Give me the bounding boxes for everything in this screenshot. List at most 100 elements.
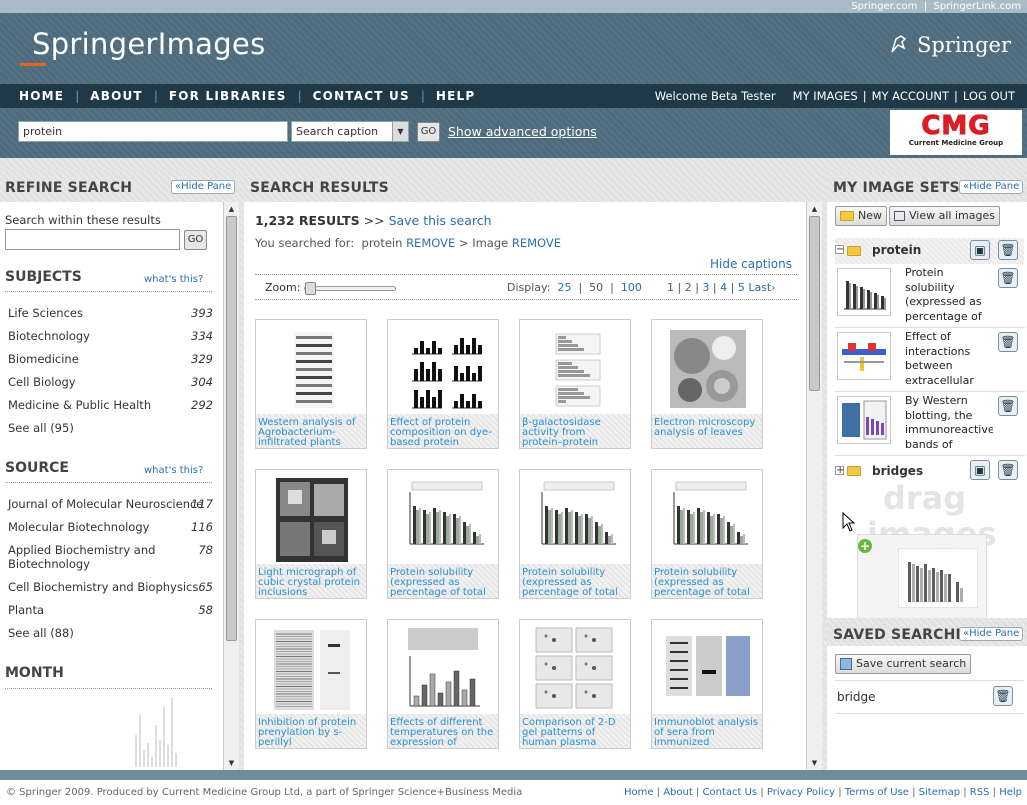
result-card[interactable]: Comparison of 2-D gel patterns of human … <box>519 619 631 749</box>
save-current-search-button[interactable]: Save current search <box>835 654 972 674</box>
facet-item[interactable]: Medicine & Public Health 292 <box>8 398 213 412</box>
springer-com-link[interactable]: Springer.com <box>851 1 917 12</box>
scroll-down-icon[interactable]: ▼ <box>807 756 822 770</box>
search-go-button[interactable]: GO <box>417 122 440 142</box>
search-input[interactable]: protein <box>18 121 288 142</box>
springer-logo[interactable]: Springer <box>888 33 1011 57</box>
scroll-up-icon[interactable]: ▲ <box>224 202 239 216</box>
result-image[interactable] <box>398 476 490 562</box>
save-disk-icon[interactable]: ▣ <box>970 460 990 480</box>
center-scroll-thumb[interactable] <box>809 216 820 391</box>
save-search-link[interactable]: Save this search <box>389 213 492 228</box>
facet-item[interactable]: Applied Biochemistry and Biotechnology 78 <box>8 543 213 571</box>
source-whats-this[interactable]: what's this? <box>144 465 203 476</box>
result-caption[interactable]: Effect of protein composition on dye-bas… <box>388 414 498 448</box>
set-image-thumb[interactable] <box>837 268 891 316</box>
save-disk-icon[interactable]: ▣ <box>970 240 990 260</box>
my-account-link[interactable]: MY ACCOUNT <box>867 89 954 103</box>
result-image[interactable] <box>398 326 490 412</box>
facet-item[interactable]: Cell Biology 304 <box>8 375 213 389</box>
trash-icon[interactable]: 🗑 <box>998 396 1018 416</box>
hide-pane-left-button[interactable]: «Hide Pane <box>171 180 236 194</box>
facet-item[interactable]: Life Sciences 393 <box>8 306 213 320</box>
nav-help[interactable]: HELP <box>425 89 486 103</box>
result-image[interactable] <box>530 626 622 712</box>
facet-item[interactable]: Journal of Molecular Neuroscience 117 <box>8 497 213 511</box>
footer-link-terms-of-use[interactable]: Terms of Use <box>845 787 909 798</box>
result-card[interactable]: Protein solubility (expressed as percent… <box>519 469 631 599</box>
center-scrollbar[interactable]: ▲ ▼ <box>806 202 822 770</box>
advanced-options-link[interactable]: Show advanced options <box>448 124 597 139</box>
facet-item[interactable]: Molecular Biotechnology 116 <box>8 520 213 534</box>
footer-link-privacy-policy[interactable]: Privacy Policy <box>767 787 835 798</box>
set-image-item[interactable]: Protein solubility (expressed as percent… <box>835 266 1025 328</box>
result-card[interactable]: β-galactosidase activity from protein–pr… <box>519 319 631 449</box>
result-caption[interactable]: Comparison of 2-D gel patterns of human … <box>520 714 630 748</box>
set-protein-header[interactable]: − protein ▣ 🗑 <box>835 238 1024 264</box>
page-3[interactable]: 3 <box>702 281 709 294</box>
remove-protein-link[interactable]: REMOVE <box>406 236 455 250</box>
result-image[interactable] <box>266 326 358 412</box>
result-caption[interactable]: Protein solubility (expressed as percent… <box>652 564 762 598</box>
facet-item[interactable]: Biotechnology 334 <box>8 329 213 343</box>
result-caption[interactable]: Light micrograph of cubic crystal protei… <box>256 564 366 598</box>
page-2[interactable]: 2 <box>685 281 692 294</box>
facet-item[interactable]: Biomedicine 329 <box>8 352 213 366</box>
page-5[interactable]: 5 <box>738 281 745 294</box>
zoom-slider-handle[interactable] <box>305 282 316 295</box>
expand-icon[interactable]: + <box>835 466 844 476</box>
sources-see-all[interactable]: See all (88) <box>8 626 213 640</box>
result-card[interactable]: Inhibition of protein prenylation by s-p… <box>255 619 367 749</box>
result-caption[interactable]: Electron microscopy analysis of leaves <box>652 414 762 448</box>
facet-item[interactable]: Planta 58 <box>8 603 213 617</box>
result-image[interactable] <box>662 326 754 412</box>
my-images-link[interactable]: MY IMAGES <box>788 89 863 103</box>
within-input[interactable] <box>5 229 180 250</box>
result-image[interactable] <box>662 476 754 562</box>
result-card[interactable]: Effect of protein composition on dye-bas… <box>387 319 499 449</box>
footer-link-sitemap[interactable]: Sitemap <box>919 787 960 798</box>
saved-search-name[interactable]: bridge <box>837 690 876 704</box>
left-scrollbar[interactable]: ▲ ▼ <box>223 202 239 770</box>
footer-link-contact-us[interactable]: Contact Us <box>703 787 758 798</box>
nav-home[interactable]: HOME <box>8 89 75 103</box>
new-set-button[interactable]: New <box>835 206 887 226</box>
set-image-item[interactable]: By Western blotting, the immunoreactive … <box>835 394 1025 456</box>
left-scroll-thumb[interactable] <box>226 216 237 641</box>
hide-pane-saved-button[interactable]: «Hide Pane <box>959 627 1024 641</box>
cmg-logo[interactable]: CMG Current Medicine Group <box>890 110 1022 155</box>
result-caption[interactable]: Effects of different temperatures on the… <box>388 714 498 748</box>
display-100[interactable]: 100 <box>621 281 642 294</box>
trash-icon[interactable]: 🗑 <box>998 460 1018 480</box>
set-image-thumb[interactable] <box>837 332 891 380</box>
result-image[interactable] <box>530 476 622 562</box>
saved-search-item[interactable]: bridge 🗑 <box>835 680 1024 714</box>
result-caption[interactable]: Protein solubility (expressed as percent… <box>520 564 630 598</box>
result-card[interactable]: Light micrograph of cubic crystal protei… <box>255 469 367 599</box>
footer-link-about[interactable]: About <box>663 787 693 798</box>
result-card[interactable]: Western analysis of Agrobacterium-infilt… <box>255 319 367 449</box>
facet-item[interactable]: Cell Biochemistry and Biophysics 65 <box>8 580 213 594</box>
footer-link-home[interactable]: Home <box>624 787 654 798</box>
chevron-down-icon[interactable]: ▼ <box>392 122 408 141</box>
scroll-down-icon[interactable]: ▼ <box>224 756 239 770</box>
scroll-up-icon[interactable]: ▲ <box>807 202 822 216</box>
search-scope-select[interactable]: Search caption ▼ <box>291 121 409 142</box>
result-image[interactable] <box>662 626 754 712</box>
view-all-images-button[interactable]: View all images <box>889 206 1000 226</box>
footer-link-help[interactable]: Help <box>999 787 1022 798</box>
result-caption[interactable]: β-galactosidase activity from protein–pr… <box>520 414 630 448</box>
springerlink-link[interactable]: SpringerLink.com <box>933 1 1021 12</box>
subjects-whats-this[interactable]: what's this? <box>144 274 203 285</box>
hide-captions-link[interactable]: Hide captions <box>710 257 792 271</box>
nav-about[interactable]: ABOUT <box>79 89 154 103</box>
result-image[interactable] <box>266 626 358 712</box>
last-page-link[interactable]: Last› <box>748 281 775 294</box>
zoom-slider[interactable] <box>304 282 396 295</box>
result-image[interactable] <box>398 626 490 712</box>
result-caption[interactable]: Protein solubility (expressed as percent… <box>388 564 498 598</box>
remove-image-link[interactable]: REMOVE <box>512 236 561 250</box>
display-25[interactable]: 25 <box>557 281 571 294</box>
collapse-icon[interactable]: − <box>835 245 844 255</box>
nav-contact-us[interactable]: CONTACT US <box>302 89 421 103</box>
